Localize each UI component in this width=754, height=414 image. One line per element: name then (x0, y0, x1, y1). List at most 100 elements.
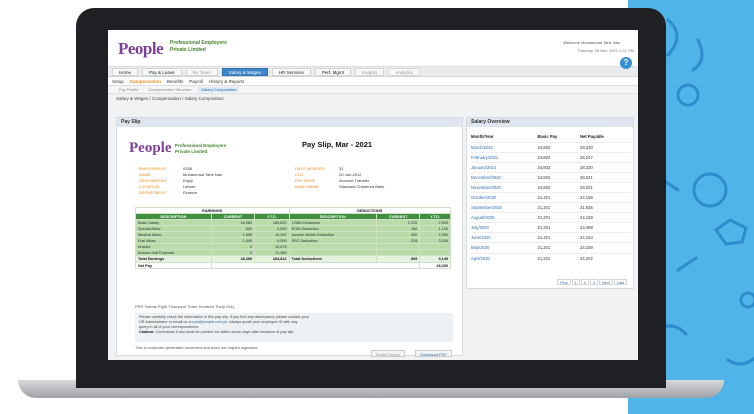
total-earnings-cell: 284,822 (254, 255, 290, 263)
basic-pay: 21,201 (537, 252, 580, 264)
info-value: Account Transfer (339, 178, 370, 183)
net-payable: 21,835 (579, 202, 631, 213)
info-row: DEPARTMENT Finance (139, 190, 222, 196)
table-row: August/2020 21,201 24,159 (471, 212, 631, 223)
section-tabs: Pay Profile Compensation Structure Salary … (108, 86, 638, 94)
net-pay-row: Net Pay 28,330 (135, 262, 451, 269)
download-pdf-button[interactable]: Download PDF (415, 350, 452, 357)
notice-line-4: Caution: Corrections if any must be poin… (139, 330, 449, 335)
payslip-company-line2: Private Limited (175, 149, 208, 154)
company-name-line2: Private Limited (170, 47, 206, 53)
subnav-payroll[interactable]: Payroll (189, 79, 203, 84)
info-value: Finance (183, 190, 198, 195)
nav-home[interactable]: Home (112, 67, 139, 76)
salary-overview-table: Month/Year Basic Pay Net Payable March/202… (471, 132, 631, 264)
pager-next[interactable]: Next (599, 279, 613, 285)
month-link[interactable]: February/2021 (471, 151, 538, 163)
pager-3[interactable]: 3 (589, 279, 598, 285)
month-link[interactable]: January/2021 (471, 161, 538, 173)
month-link[interactable]: April/2020 (471, 252, 538, 264)
help-icon[interactable]: ? (620, 57, 632, 69)
net-payable: 28,021 (579, 181, 631, 193)
month-link[interactable]: November/2020 (471, 181, 538, 193)
earnings-deductions-table: EARNINGS DEDUCTIONS DESCRIPTION CURRENT Y.… (135, 207, 452, 269)
pagination: First 1 2 3 Next Last (557, 279, 627, 285)
month-link[interactable]: August/2020 (471, 212, 538, 223)
table-row: December/2020 24,802 28,241 (471, 171, 631, 183)
pay-slip-panel-title: Pay Slip (117, 118, 462, 127)
basic-pay: 21,201 (537, 191, 580, 203)
pager-1[interactable]: 1 (571, 279, 580, 285)
basic-pay: 21,201 (537, 202, 580, 213)
info-value: Standard Chartered Bank (339, 184, 385, 189)
basic-pay: 24,802 (537, 181, 580, 193)
info-label: BANK NAME (295, 184, 319, 189)
nav-salary-wages[interactable]: Salary & Wages (221, 67, 268, 76)
info-value: 31 (339, 166, 344, 171)
overview-header: Basic Pay (537, 134, 558, 140)
payslip-title: Pay Slip, Mar - 2021 (302, 140, 373, 149)
month-link[interactable]: July/2020 (471, 222, 538, 233)
basic-pay: 21,201 (537, 242, 580, 254)
subnav-setup[interactable]: Setup (112, 79, 124, 84)
net-payable: 24,154 (579, 232, 631, 243)
nav-analytics[interactable]: Analytics (388, 67, 421, 76)
net-pay-spacer (210, 262, 421, 269)
notice-text-a: HR Administrator or email us on (139, 320, 193, 324)
nav-insights[interactable]: Insights (354, 67, 385, 76)
payslip-notice: Please carefully check the information i… (135, 313, 453, 342)
month-link[interactable]: December/2020 (471, 171, 538, 183)
net-payable: 24,202 (579, 252, 631, 264)
basic-pay: 24,802 (537, 161, 580, 173)
table-row: April/2020 21,201 24,202 (471, 252, 631, 264)
table-row: February/2021 24,802 28,247 (471, 151, 631, 163)
computer-generated-note: This is computer generated document and … (135, 345, 259, 350)
user-welcome[interactable]: Welcome Muhammad Tahir Naz (563, 40, 620, 45)
pager-last[interactable]: Last (613, 279, 627, 285)
date-time: Tuesday, 28 Mar, 2021 2:31 PM (577, 48, 634, 53)
subnav-compensation[interactable]: Compensation (130, 79, 161, 84)
month-link[interactable]: March/2021 (471, 141, 538, 153)
table-row: March/2021 24,802 28,330 (471, 141, 631, 153)
table-row: July/2020 21,201 43,498 (471, 222, 631, 233)
nav-hr-services[interactable]: HR Services (271, 67, 311, 76)
nav-pay-leave[interactable]: Pay & Leave (142, 67, 182, 76)
pager-2[interactable]: 2 (580, 279, 589, 285)
info-value: Enjoy (183, 178, 194, 183)
scene: People Professional Employers Private Li… (0, 0, 754, 414)
tab-compensation-structure[interactable]: Compensation Structure (145, 87, 194, 92)
net-payable: 24,159 (579, 242, 631, 254)
table-row: January/2021 24,802 28,330 (471, 161, 631, 173)
month-link[interactable]: May/2020 (471, 242, 538, 254)
nav-my-team[interactable]: My Team (185, 67, 218, 76)
info-value: Muhammad Tahir Naz (183, 172, 223, 177)
subnav-history-reports[interactable]: History & Reports (209, 79, 244, 84)
month-link[interactable]: September/2020 (471, 202, 538, 213)
notice-email-link[interactable]: pst@people.com.pk (194, 320, 228, 324)
totals-row: Total Earnings 28,385 284,822 Total Deducti… (135, 255, 451, 263)
month-link[interactable]: June/2020 (471, 232, 538, 243)
table-row: November/2020 24,802 28,021 (471, 181, 631, 193)
info-value: 0258 (183, 166, 192, 171)
total-earnings-cell: 28,385 (210, 255, 256, 263)
overview-header: Net Payable (579, 134, 604, 140)
salary-overview-panel: Salary Overview Month/Year Basic Pay Net P… (466, 117, 634, 289)
total-deductions-cell: 9,149 (419, 255, 451, 263)
subnav-benefits[interactable]: Benefits (167, 79, 183, 84)
month-link[interactable]: October/2020 (471, 191, 538, 203)
basic-pay: 21,201 (537, 222, 580, 233)
overview-header-row: Month/Year Basic Pay Net Payable (471, 132, 631, 142)
basic-pay: 24,802 (537, 141, 580, 153)
total-deductions-cell: 895 (375, 255, 421, 263)
tab-pay-profile[interactable]: Pay Profile (116, 87, 141, 92)
nav-perf-mgmt[interactable]: Perf. Mgmt (314, 67, 351, 76)
net-pay-value: 28,330 (419, 262, 451, 269)
email-payslip-button[interactable]: Email Payslip (371, 350, 406, 357)
net-pay-label: Net Pay (135, 262, 212, 269)
notice-caution: Caution: (139, 330, 155, 334)
basic-pay: 24,802 (537, 171, 580, 183)
info-label: DEPARTMENT (139, 190, 167, 195)
tab-salary-composition[interactable]: Salary Composition (198, 87, 240, 92)
pager-first[interactable]: First (557, 279, 571, 285)
total-deductions-cell: Total Deductions (288, 255, 377, 263)
